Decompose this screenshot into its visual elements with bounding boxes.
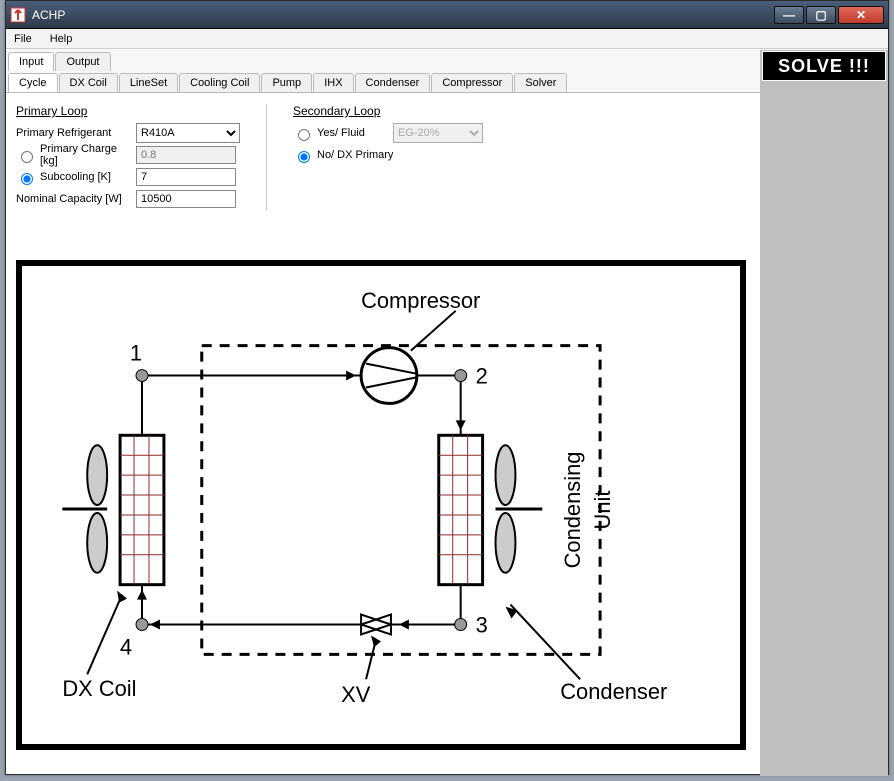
close-button[interactable]: ✕ bbox=[838, 6, 884, 24]
tab-output[interactable]: Output bbox=[55, 52, 110, 71]
svg-text:DX Coil: DX Coil bbox=[62, 676, 136, 701]
xv-icon bbox=[361, 615, 391, 635]
condenser-icon bbox=[439, 435, 543, 584]
svg-text:1: 1 bbox=[130, 341, 142, 366]
charge-radio[interactable] bbox=[21, 151, 33, 163]
tab-solver[interactable]: Solver bbox=[514, 73, 567, 92]
secondary-yes-label[interactable]: Yes/ Fluid bbox=[293, 126, 393, 141]
subcooling-field[interactable] bbox=[136, 168, 236, 186]
menubar: File Help bbox=[6, 29, 888, 49]
solve-button[interactable]: SOLVE !!! bbox=[762, 51, 886, 81]
secondary-loop-group: Secondary Loop Yes/ Fluid EG-20% No/ DX … bbox=[293, 104, 483, 210]
charge-field bbox=[136, 146, 236, 164]
content-area: Primary Loop Primary Refrigerant R410A P… bbox=[6, 94, 762, 760]
svg-text:Condensing: Condensing bbox=[560, 452, 585, 569]
svg-text:2: 2 bbox=[476, 364, 488, 389]
svg-text:Condenser: Condenser bbox=[560, 679, 667, 704]
primary-loop-header: Primary Loop bbox=[16, 104, 240, 118]
tab-compressor[interactable]: Compressor bbox=[431, 73, 513, 92]
capacity-label: Nominal Capacity [W] bbox=[16, 193, 136, 205]
titlebar: ACHP — ▢ ✕ bbox=[6, 1, 888, 29]
tab-lineset[interactable]: LineSet bbox=[119, 73, 178, 92]
minimize-button[interactable]: — bbox=[774, 6, 804, 24]
svg-text:XV: XV bbox=[341, 682, 371, 707]
svg-text:Unit: Unit bbox=[590, 491, 615, 530]
window-title: ACHP bbox=[32, 8, 65, 22]
cycle-diagram: 1 2 3 4 Compressor bbox=[16, 260, 746, 750]
secondary-no-radio[interactable] bbox=[298, 151, 310, 163]
capacity-field[interactable] bbox=[136, 190, 236, 208]
svg-text:3: 3 bbox=[476, 612, 488, 637]
tab-cycle[interactable]: Cycle bbox=[8, 73, 58, 92]
maximize-button[interactable]: ▢ bbox=[806, 6, 836, 24]
divider bbox=[266, 104, 267, 210]
dx-coil-icon bbox=[62, 435, 164, 584]
secondary-loop-header: Secondary Loop bbox=[293, 104, 483, 118]
charge-label[interactable]: Primary Charge [kg] bbox=[16, 143, 136, 167]
tab-ihx[interactable]: IHX bbox=[313, 73, 353, 92]
solve-panel: SOLVE !!! bbox=[760, 50, 888, 776]
tab-input[interactable]: Input bbox=[8, 52, 54, 71]
secondary-fluid-select: EG-20% bbox=[393, 123, 483, 143]
secondary-yes-radio[interactable] bbox=[298, 129, 310, 141]
menu-help[interactable]: Help bbox=[46, 31, 77, 47]
window-buttons: — ▢ ✕ bbox=[774, 6, 884, 24]
tab-coolingcoil[interactable]: Cooling Coil bbox=[179, 73, 260, 92]
top-tabs: Input Output bbox=[6, 49, 888, 71]
subcooling-label[interactable]: Subcooling [K] bbox=[16, 170, 136, 185]
tab-pump[interactable]: Pump bbox=[261, 73, 312, 92]
sub-tabs: Cycle DX Coil LineSet Cooling Coil Pump … bbox=[6, 71, 888, 93]
svg-text:4: 4 bbox=[120, 634, 132, 659]
refrigerant-label: Primary Refrigerant bbox=[16, 127, 136, 139]
menu-file[interactable]: File bbox=[10, 31, 36, 47]
tab-dxcoil[interactable]: DX Coil bbox=[59, 73, 118, 92]
app-window: ACHP — ▢ ✕ File Help Input Output Cycle … bbox=[5, 0, 889, 775]
secondary-no-label[interactable]: No/ DX Primary bbox=[293, 148, 413, 163]
tab-condenser[interactable]: Condenser bbox=[355, 73, 431, 92]
subcooling-radio[interactable] bbox=[21, 173, 33, 185]
primary-loop-group: Primary Loop Primary Refrigerant R410A P… bbox=[16, 104, 240, 210]
refrigerant-select[interactable]: R410A bbox=[136, 123, 240, 143]
app-icon bbox=[10, 7, 26, 23]
svg-text:Compressor: Compressor bbox=[361, 288, 480, 313]
